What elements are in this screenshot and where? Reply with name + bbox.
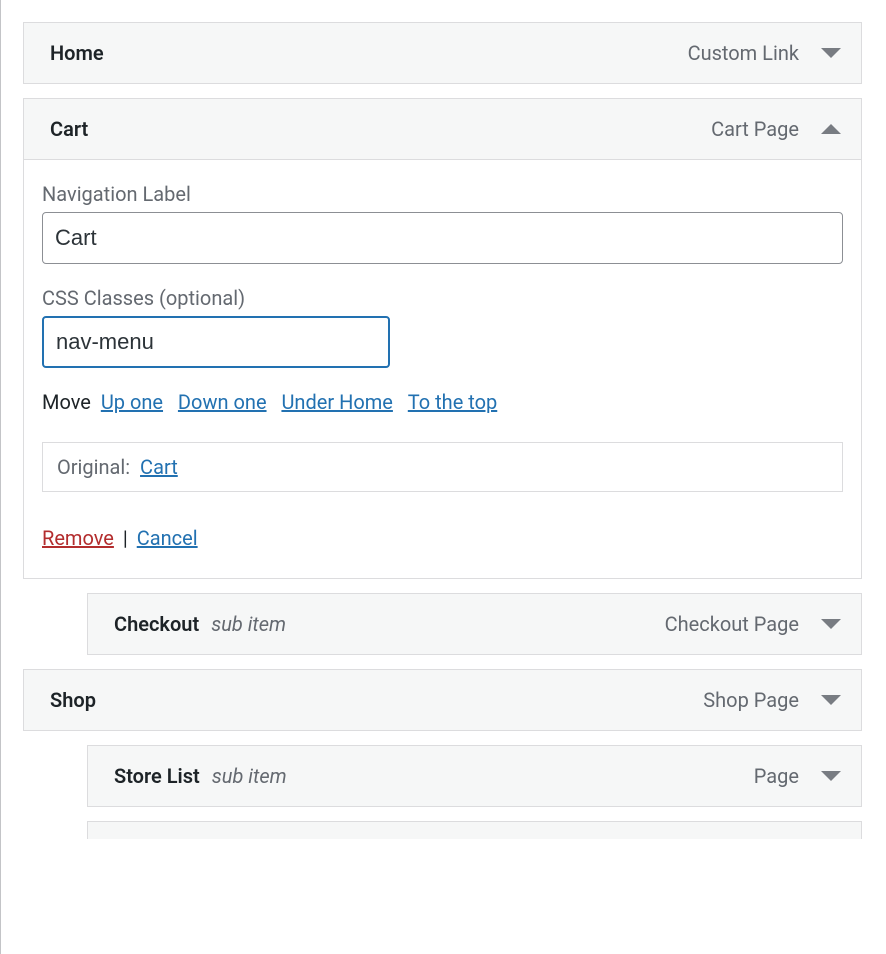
menu-item-store-list: Store List sub item Page (87, 745, 862, 807)
move-up-one-link[interactable]: Up one (101, 390, 163, 414)
move-down-one-link[interactable]: Down one (178, 390, 267, 414)
menu-item-type: Shop Page (703, 688, 799, 712)
menu-item-type: Cart Page (711, 117, 799, 141)
menu-item-cart: Cart Cart Page Navigation Label CSS Clas… (23, 98, 862, 579)
sub-item-label: sub item (212, 764, 287, 788)
chevron-down-icon[interactable] (821, 48, 841, 58)
menu-item-type: Custom Link (688, 41, 799, 65)
move-label: Move (42, 390, 91, 414)
sub-item-label: sub item (211, 612, 286, 636)
cancel-link[interactable]: Cancel (137, 526, 198, 550)
navigation-label-label: Navigation Label (42, 182, 843, 206)
original-label: Original: (57, 455, 130, 479)
menu-item-bar[interactable] (87, 821, 862, 839)
menu-item-title: Home (50, 41, 104, 65)
menu-item-settings: Navigation Label CSS Classes (optional) … (23, 160, 862, 579)
menu-item-title: Shop (50, 688, 96, 712)
menu-item-checkout: Checkout sub item Checkout Page (87, 593, 862, 655)
menu-item-shop: Shop Shop Page (23, 669, 862, 731)
move-to-top-link[interactable]: To the top (408, 390, 497, 414)
menu-item-type: Page (754, 764, 799, 788)
menu-item-type: Checkout Page (665, 612, 799, 636)
menu-item-title: Cart (50, 117, 88, 141)
menu-item-bar[interactable]: Home Custom Link (23, 22, 862, 84)
original-link[interactable]: Cart (140, 455, 178, 479)
menu-item-bar[interactable]: Shop Shop Page (23, 669, 862, 731)
move-row: Move Up one Down one Under Home To the t… (42, 390, 843, 414)
remove-link[interactable]: Remove (42, 526, 114, 550)
navigation-label-input[interactable] (42, 212, 843, 264)
menu-item-partial (87, 821, 862, 839)
menu-item-bar[interactable]: Store List sub item Page (87, 745, 862, 807)
menu-item-title: Store List (114, 764, 200, 788)
menu-item-bar[interactable]: Checkout sub item Checkout Page (87, 593, 862, 655)
chevron-down-icon[interactable] (821, 771, 841, 781)
original-box: Original: Cart (42, 442, 843, 492)
menu-item-title: Checkout (114, 612, 199, 636)
menu-item-home: Home Custom Link (23, 22, 862, 84)
move-under-home-link[interactable]: Under Home (281, 390, 392, 414)
css-classes-label: CSS Classes (optional) (42, 286, 843, 310)
menu-item-bar[interactable]: Cart Cart Page (23, 98, 862, 160)
chevron-down-icon[interactable] (821, 619, 841, 629)
css-classes-input[interactable] (42, 316, 390, 368)
chevron-down-icon[interactable] (821, 695, 841, 705)
separator: | (119, 526, 132, 550)
chevron-up-icon[interactable] (821, 124, 841, 134)
